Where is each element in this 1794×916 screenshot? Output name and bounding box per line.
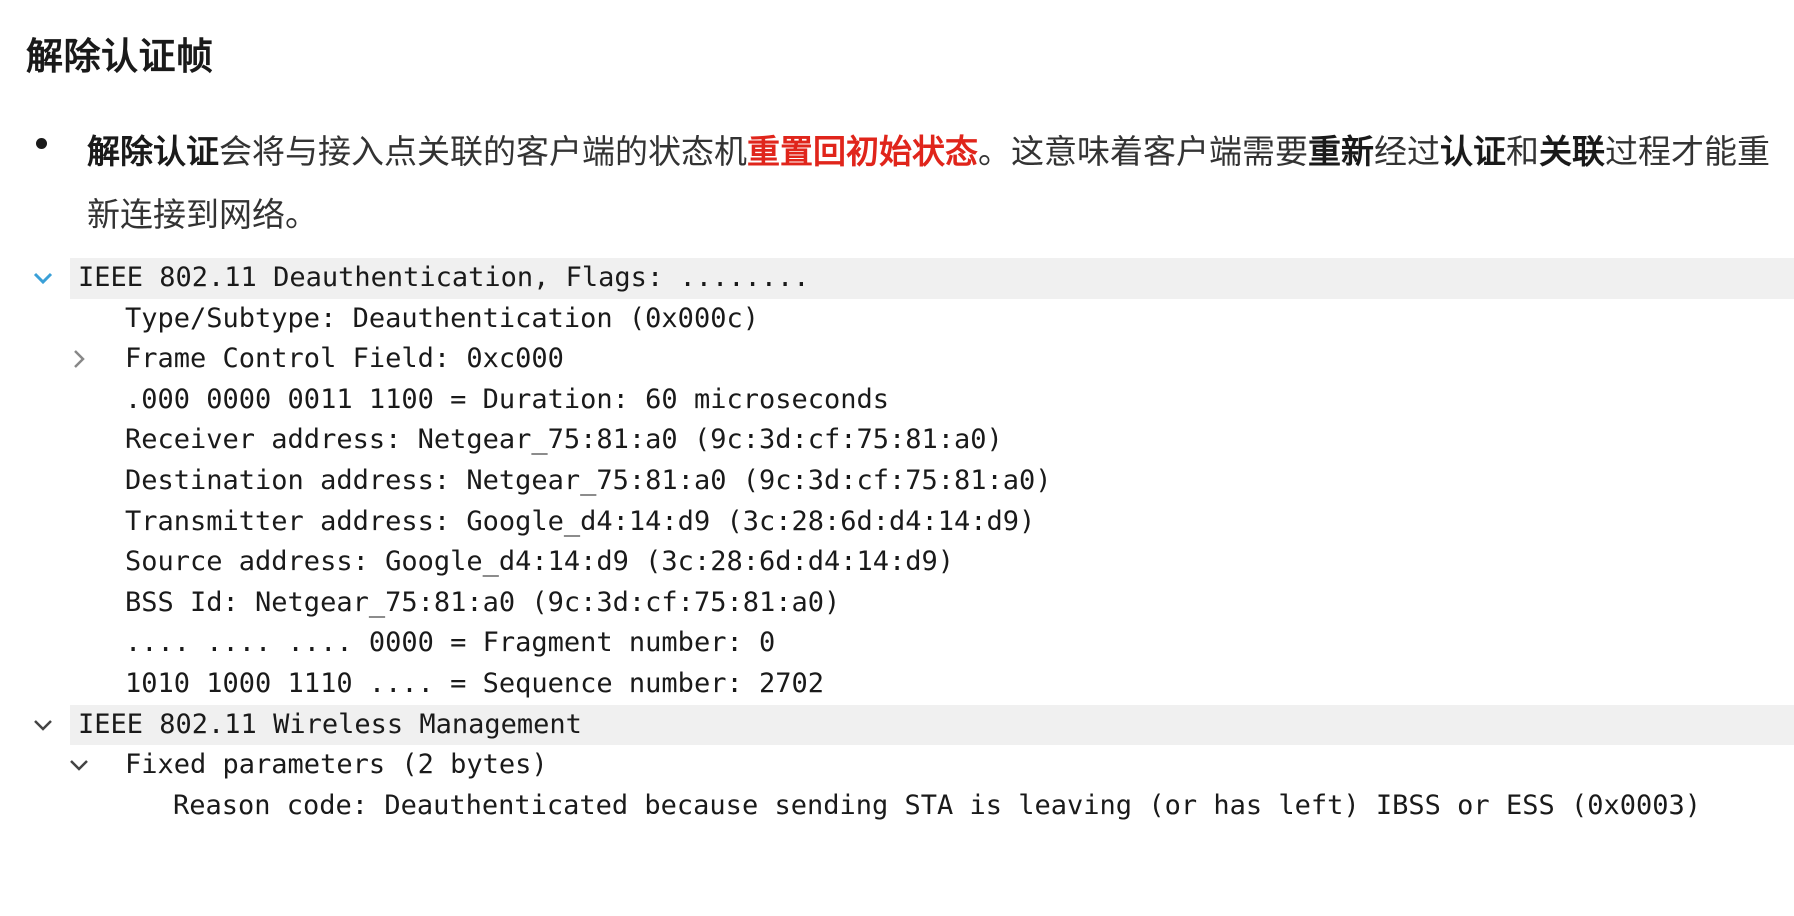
tree-field[interactable]: BSS Id: Netgear_75:81:a0 (9c:3d:cf:75:81… <box>30 583 1794 624</box>
text-segment: 和 <box>1506 132 1539 171</box>
bullet-text: 解除认证会将与接入点关联的客户端的状态机重置回初始状态。这意味着客户端需要重新经… <box>87 120 1777 246</box>
emphasis-auth: 认证 <box>1440 132 1506 171</box>
tree-node-fixed-params[interactable]: Fixed parameters (2 bytes) <box>30 745 1794 786</box>
tree-field[interactable]: Type/Subtype: Deauthentication (0x000c) <box>30 299 1794 340</box>
chevron-down-icon[interactable] <box>28 705 58 746</box>
tree-node-frame-control[interactable]: Frame Control Field: 0xc000 <box>30 339 1794 380</box>
section-heading: 解除认证帧 <box>26 35 214 78</box>
tree-node-label: IEEE 802.11 Deauthentication, Flags: ...… <box>78 262 810 293</box>
tree-field[interactable]: Transmitter address: Google_d4:14:d9 (3c… <box>30 502 1794 543</box>
text-segment: 经过 <box>1374 132 1440 171</box>
tree-field[interactable]: .000 0000 0011 1100 = Duration: 60 micro… <box>30 380 1794 421</box>
text-segment: 。这意味着客户端需要 <box>978 132 1308 171</box>
tree-field[interactable]: Reason code: Deauthenticated because sen… <box>30 786 1794 827</box>
highlight-reset: 重置回初始状态 <box>747 132 978 171</box>
bullet-list-item: 解除认证会将与接入点关联的客户端的状态机重置回初始状态。这意味着客户端需要重新经… <box>26 120 1776 246</box>
chevron-down-icon[interactable] <box>28 258 58 299</box>
chevron-down-icon[interactable] <box>64 745 94 786</box>
text-segment: 会将与接入点关联的客户端的状态机 <box>219 132 747 171</box>
emphasis-deauth: 解除认证 <box>87 132 219 171</box>
tree-node-label: IEEE 802.11 Wireless Management <box>78 708 582 740</box>
tree-field[interactable]: Source address: Google_d4:14:d9 (3c:28:6… <box>30 542 1794 583</box>
tree-node-deauth[interactable]: IEEE 802.11 Deauthentication, Flags: ...… <box>33 258 1794 299</box>
bullet-dot-icon <box>36 138 47 149</box>
emphasis-again: 重新 <box>1308 132 1374 171</box>
chevron-right-icon[interactable] <box>64 339 94 380</box>
tree-node-wireless-mgmt[interactable]: IEEE 802.11 Wireless Management <box>34 704 1794 746</box>
tree-field[interactable]: Destination address: Netgear_75:81:a0 (9… <box>30 461 1794 502</box>
packet-detail-tree: IEEE 802.11 Deauthentication, Flags: ...… <box>30 258 1794 826</box>
tree-field[interactable]: 1010 1000 1110 .... = Sequence number: 2… <box>30 664 1794 705</box>
emphasis-assoc: 关联 <box>1539 132 1605 171</box>
tree-field[interactable]: .... .... .... 0000 = Fragment number: 0 <box>30 623 1794 664</box>
tree-field[interactable]: Receiver address: Netgear_75:81:a0 (9c:3… <box>30 420 1794 461</box>
